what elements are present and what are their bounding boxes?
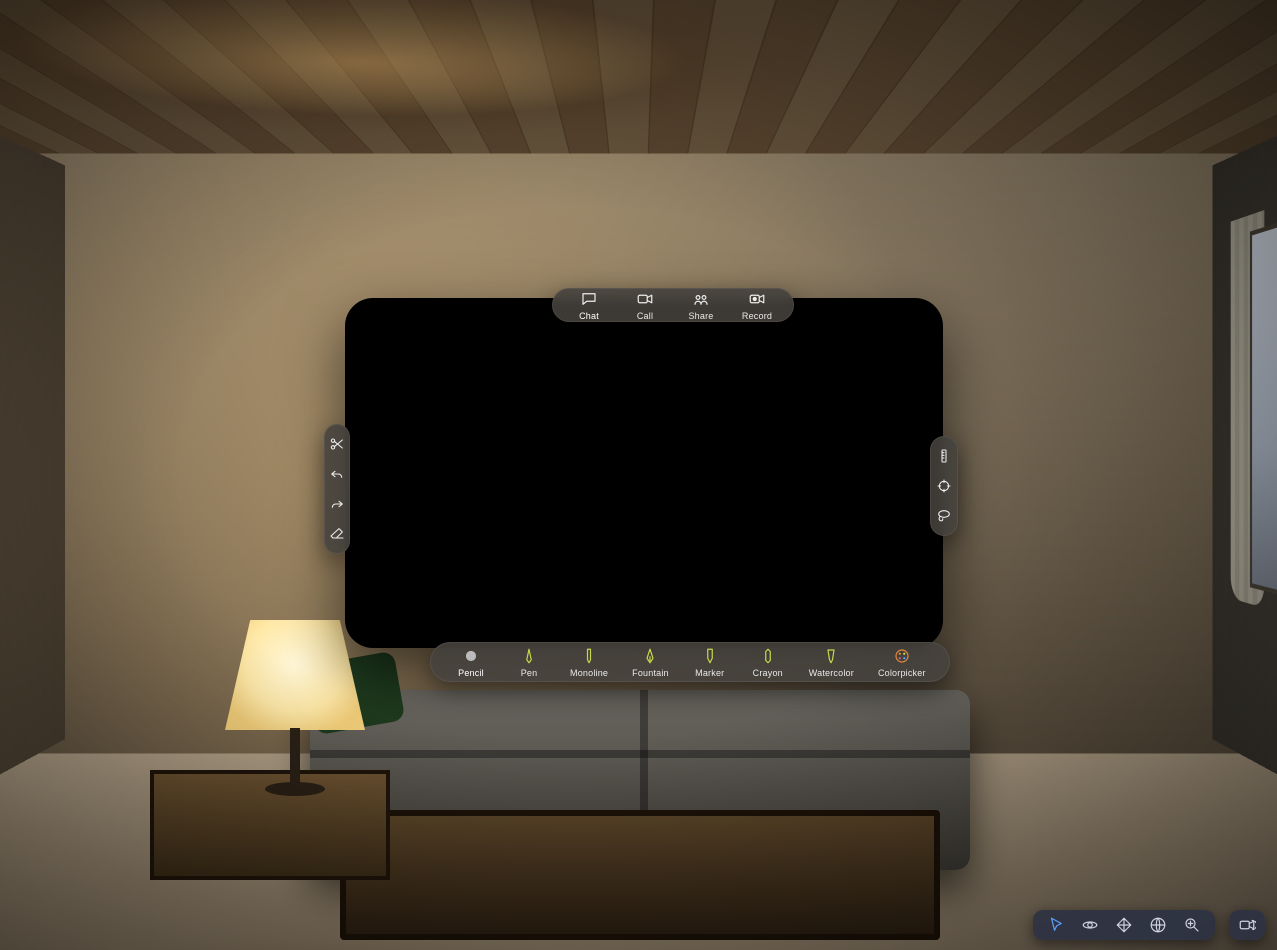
lasso-button[interactable] [927,508,961,524]
pen-tool[interactable]: Pen [512,647,546,678]
colorpicker-tool[interactable]: Colorpicker [878,647,926,678]
fountain-icon [641,647,659,665]
ruler-button[interactable] [927,448,961,464]
pencil-icon [462,647,480,665]
orbit-button[interactable] [1081,916,1099,934]
share-icon [692,290,710,308]
scissors-icon [329,436,345,452]
monoline-icon [580,647,598,665]
window [1250,213,1277,603]
chat-icon [580,290,598,308]
chat-label: Chat [579,311,599,321]
marker-label: Marker [695,668,724,678]
lasso-icon [936,508,952,524]
crayon-label: Crayon [753,668,783,678]
redo-button[interactable] [320,496,354,512]
watercolor-label: Watercolor [809,668,854,678]
ruler-icon [936,448,952,464]
right-wall [1212,0,1277,950]
watercolor-icon [822,647,840,665]
coffee-table [340,810,940,940]
target-button[interactable] [927,478,961,494]
collab-toolbar: Chat Call Share Record [552,288,794,322]
fountain-label: Fountain [632,668,669,678]
tool-palette: Pencil Pen Monoline Fountain Marker Cray… [430,642,950,682]
edit-toolbar [324,424,350,554]
crayon-tool[interactable]: Crayon [751,647,785,678]
undo-button[interactable] [320,466,354,482]
pencil-label: Pencil [458,668,484,678]
fountain-tool[interactable]: Fountain [632,647,669,678]
call-label: Call [637,311,653,321]
erase-button[interactable] [320,526,354,542]
marker-tool[interactable]: Marker [693,647,727,678]
canvas-window[interactable] [345,298,943,648]
call-button[interactable]: Call [628,290,662,321]
share-button[interactable]: Share [684,290,718,321]
record-icon [748,290,766,308]
pen-label: Pen [521,668,538,678]
colorpicker-label: Colorpicker [878,668,926,678]
cursor-button[interactable] [1047,916,1065,934]
record-button[interactable]: Record [740,290,774,321]
target-icon [936,478,952,494]
record-label: Record [742,311,772,321]
view-toolbar [930,436,958,536]
pan-button[interactable] [1115,916,1133,934]
watercolor-tool[interactable]: Watercolor [809,647,854,678]
eraser-icon [329,526,345,542]
capture-button[interactable] [1229,910,1265,940]
marker-icon [701,647,719,665]
pen-icon [520,647,538,665]
redo-icon [329,496,345,512]
colorpicker-icon [893,647,911,665]
crayon-icon [759,647,777,665]
lamp [210,620,380,820]
capture-control [1229,910,1265,940]
system-controls [1033,910,1215,940]
zoom-button[interactable] [1183,916,1201,934]
globe-button[interactable] [1149,916,1167,934]
pencil-tool[interactable]: Pencil [454,647,488,678]
monoline-label: Monoline [570,668,608,678]
monoline-tool[interactable]: Monoline [570,647,608,678]
cut-button[interactable] [320,436,354,452]
video-icon [636,290,654,308]
chat-button[interactable]: Chat [572,290,606,321]
undo-icon [329,466,345,482]
share-label: Share [688,311,713,321]
